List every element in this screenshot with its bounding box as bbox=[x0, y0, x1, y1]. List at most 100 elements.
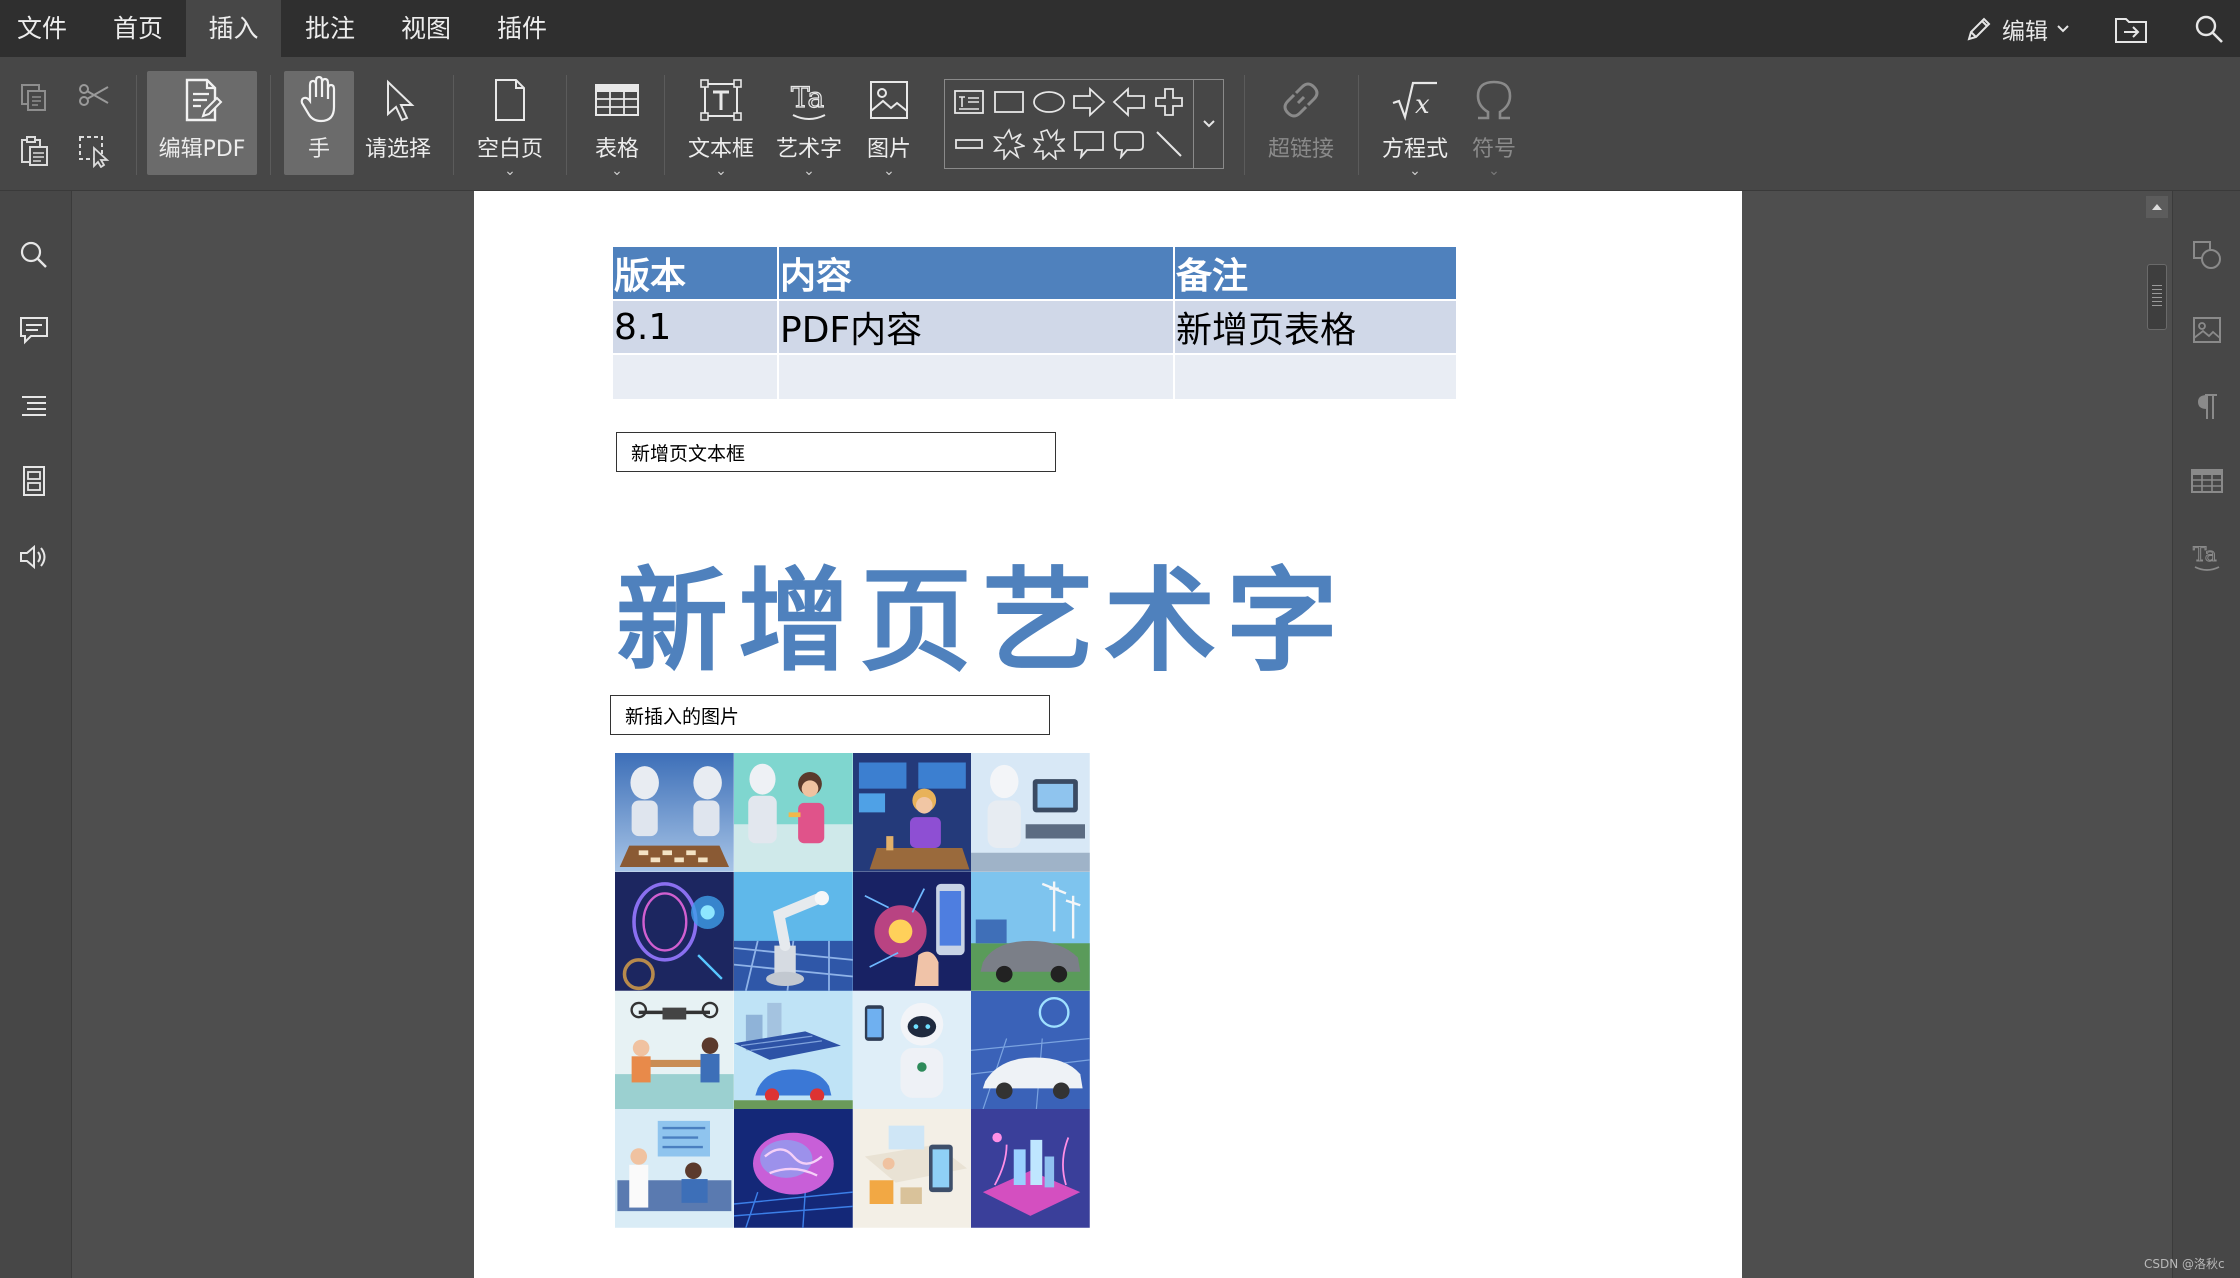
table-header-cell[interactable]: 版本 bbox=[611, 245, 779, 301]
inserted-table[interactable]: 版本 内容 备注 8.1 PDF内容 新增页表格 bbox=[611, 245, 1458, 401]
hyperlink-button[interactable]: 超链接 bbox=[1260, 71, 1342, 175]
thumbnails-icon[interactable] bbox=[12, 459, 56, 503]
toolbar-separator bbox=[453, 75, 454, 175]
edit-mode-label: 编辑 bbox=[2002, 18, 2048, 45]
table-properties-icon[interactable] bbox=[2185, 459, 2229, 503]
left-sidebar bbox=[0, 191, 72, 1278]
text-shape-icon[interactable] bbox=[951, 84, 987, 120]
right-arrow-shape-icon[interactable] bbox=[1071, 84, 1107, 120]
ribbon-toolbar: 编辑PDF 手 请选择 空白页 ⌄ 表格 ⌄ 文本框 ⌄ Ta 艺术字 ⌄ 图片… bbox=[0, 57, 2240, 191]
copy-icon[interactable] bbox=[14, 77, 54, 117]
paragraph-icon[interactable] bbox=[2185, 384, 2229, 428]
watermark-text: CSDN @洛秋c bbox=[2144, 1257, 2225, 1271]
chevron-down-icon bbox=[2056, 24, 2070, 34]
left-arrow-shape-icon[interactable] bbox=[1111, 84, 1147, 120]
image-tile bbox=[733, 1109, 853, 1228]
table-cell[interactable]: 8.1 bbox=[611, 299, 779, 355]
chevron-down-icon: ⌄ bbox=[504, 163, 516, 179]
menu-view[interactable]: 视图 bbox=[388, 0, 464, 57]
image-tile bbox=[733, 871, 853, 991]
area-select-icon[interactable] bbox=[74, 131, 114, 171]
image-caption-textbox[interactable]: 新插入的图片 bbox=[610, 695, 1050, 735]
wordart-button[interactable]: Ta 艺术字 ⌄ bbox=[768, 71, 850, 181]
toolbar-separator bbox=[270, 75, 271, 175]
image-tile bbox=[852, 990, 972, 1110]
table-header-cell[interactable]: 内容 bbox=[777, 245, 1175, 301]
svg-text:Ta: Ta bbox=[791, 81, 824, 114]
inserted-wordart[interactable]: 新增页艺术字 bbox=[616, 531, 1348, 693]
wordart-properties-icon[interactable]: Ta bbox=[2185, 535, 2229, 579]
vertical-scrollbar[interactable] bbox=[2143, 191, 2171, 1278]
ellipse-shape-icon[interactable] bbox=[1031, 84, 1067, 120]
image-icon bbox=[868, 71, 910, 129]
chevron-down-icon: ⌄ bbox=[1409, 163, 1421, 179]
table-cell[interactable] bbox=[777, 353, 1175, 401]
image-tile bbox=[852, 1109, 972, 1228]
table-button[interactable]: 表格 ⌄ bbox=[582, 71, 652, 181]
menu-file[interactable]: 文件 bbox=[0, 0, 84, 57]
inserted-textbox[interactable]: 新增页文本框 bbox=[616, 432, 1056, 472]
select-tool-button[interactable]: 请选择 bbox=[358, 71, 438, 175]
explosion2-shape-icon[interactable] bbox=[1031, 126, 1067, 162]
image-tile bbox=[971, 871, 1090, 991]
menu-home[interactable]: 首页 bbox=[100, 0, 176, 57]
table-row: 8.1 PDF内容 新增页表格 bbox=[611, 299, 1458, 355]
table-row bbox=[611, 353, 1458, 401]
right-sidebar: Ta bbox=[2172, 191, 2240, 1278]
edit-pdf-button[interactable]: 编辑PDF bbox=[147, 71, 257, 175]
image-tile bbox=[615, 753, 734, 872]
edit-pdf-label: 编辑PDF bbox=[158, 137, 246, 162]
symbol-label: 符号 bbox=[1471, 137, 1516, 162]
scroll-up-arrow-icon[interactable] bbox=[2146, 196, 2168, 218]
hand-tool-button[interactable]: 手 bbox=[284, 71, 354, 175]
menu-annotate[interactable]: 批注 bbox=[292, 0, 368, 57]
table-cell[interactable]: PDF内容 bbox=[777, 299, 1175, 355]
svg-text:Ta: Ta bbox=[2193, 542, 2217, 566]
wordart-icon: Ta bbox=[787, 71, 831, 129]
image-properties-icon[interactable] bbox=[2185, 308, 2229, 352]
chevron-down-icon: ⌄ bbox=[715, 163, 727, 179]
menu-insert[interactable]: 插入 bbox=[186, 0, 281, 57]
svg-text:x: x bbox=[1415, 90, 1430, 120]
table-header-cell[interactable]: 备注 bbox=[1173, 245, 1458, 301]
outline-icon[interactable] bbox=[12, 384, 56, 428]
callout-round-shape-icon[interactable] bbox=[1111, 126, 1147, 162]
rectangle-shape-icon[interactable] bbox=[991, 84, 1027, 120]
gallery-expand-chevron-icon[interactable] bbox=[1195, 106, 1223, 142]
image-button[interactable]: 图片 ⌄ bbox=[854, 71, 924, 181]
hyperlink-label: 超链接 bbox=[1267, 137, 1334, 162]
scrollbar-thumb[interactable] bbox=[2147, 264, 2167, 330]
image-tile bbox=[852, 871, 972, 991]
pencil-icon bbox=[1964, 14, 1994, 44]
inserted-image[interactable] bbox=[615, 753, 1090, 1228]
explosion-shape-icon[interactable] bbox=[991, 126, 1027, 162]
menu-plugins[interactable]: 插件 bbox=[484, 0, 560, 57]
minus-shape-icon[interactable] bbox=[951, 126, 987, 162]
edit-mode-button[interactable]: 编辑 bbox=[1964, 0, 2070, 57]
document-edit-icon bbox=[181, 71, 223, 129]
textbox-button[interactable]: 文本框 ⌄ bbox=[680, 71, 762, 181]
symbol-button[interactable]: 符号 ⌄ bbox=[1456, 71, 1532, 181]
table-cell[interactable] bbox=[1173, 353, 1458, 401]
search-icon[interactable] bbox=[12, 233, 56, 277]
paste-icon[interactable] bbox=[14, 131, 54, 171]
toolbar-separator bbox=[566, 75, 567, 175]
table-cell[interactable]: 新增页表格 bbox=[1173, 299, 1458, 355]
cut-icon[interactable] bbox=[74, 75, 114, 115]
blank-page-button[interactable]: 空白页 ⌄ bbox=[470, 71, 550, 181]
menu-bar: 文件 首页 插入 批注 视图 插件 编辑 bbox=[0, 0, 2240, 57]
select-tool-label: 请选择 bbox=[364, 137, 431, 162]
equation-button[interactable]: x 方程式 ⌄ bbox=[1374, 71, 1456, 181]
comment-icon[interactable] bbox=[12, 308, 56, 352]
pdf-page[interactable]: 版本 内容 备注 8.1 PDF内容 新增页表格 新增页文本框 新增页艺术字 新… bbox=[474, 191, 1742, 1278]
line-shape-icon[interactable] bbox=[1151, 126, 1187, 162]
speaker-icon[interactable] bbox=[12, 535, 56, 579]
table-cell[interactable] bbox=[611, 353, 779, 401]
shape-properties-icon[interactable] bbox=[2185, 233, 2229, 277]
plus-shape-icon[interactable] bbox=[1151, 84, 1187, 120]
textbox-icon bbox=[699, 71, 743, 129]
export-folder-icon[interactable] bbox=[2114, 0, 2148, 57]
textbox-label: 文本框 bbox=[687, 137, 754, 162]
callout-rect-shape-icon[interactable] bbox=[1071, 126, 1107, 162]
search-icon[interactable] bbox=[2194, 0, 2224, 57]
